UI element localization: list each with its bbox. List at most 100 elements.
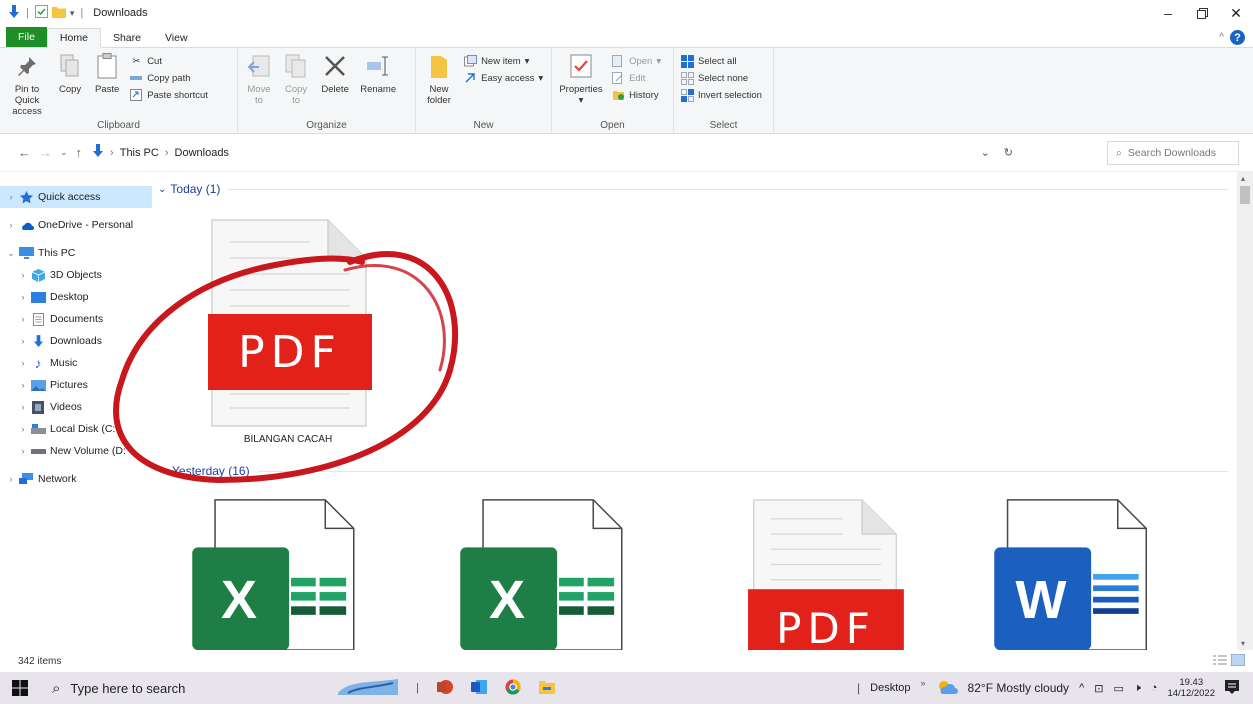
collapse-ribbon-icon[interactable]: ^ — [1219, 32, 1224, 43]
close-button[interactable]: ✕ — [1219, 0, 1253, 26]
tab-view[interactable]: View — [153, 29, 200, 47]
address-dropdown-icon[interactable]: ⌄ — [981, 146, 990, 159]
expand-chevron-icon[interactable]: › — [4, 192, 18, 202]
help-icon[interactable]: ? — [1230, 30, 1245, 45]
nav-item-onedrive[interactable]: › OneDrive - Personal — [0, 214, 152, 236]
desktop-toolbar[interactable]: Desktop — [870, 682, 910, 694]
open-button[interactable]: Open ▾ — [611, 54, 661, 68]
expand-chevron-icon[interactable]: › — [16, 402, 30, 412]
cut-button[interactable]: ✂ Cut — [129, 54, 208, 68]
drive-icon — [30, 444, 46, 458]
restore-button[interactable] — [1185, 0, 1219, 26]
meet-now-icon[interactable]: ⊡ — [1094, 682, 1103, 695]
new-item-button[interactable]: New item ▾ — [463, 54, 543, 68]
search-input[interactable]: ⌕ Search Downloads — [1107, 141, 1239, 165]
properties-button[interactable]: Properties ▾ — [558, 52, 604, 106]
back-arrow-icon[interactable]: ← — [18, 145, 31, 160]
scroll-thumb[interactable] — [1240, 186, 1250, 204]
paste-button[interactable]: Paste — [92, 52, 122, 95]
forward-arrow-icon[interactable]: → — [39, 145, 52, 160]
nav-item-videos[interactable]: › Videos — [0, 396, 152, 418]
copy-button[interactable]: Copy — [55, 52, 85, 95]
nav-item-local-disk[interactable]: › Local Disk (C: — [0, 418, 152, 440]
expand-chevron-icon[interactable]: › — [16, 270, 30, 280]
nav-item-pictures[interactable]: › Pictures — [0, 374, 152, 396]
tray-chevron-up-icon[interactable]: ^ — [1079, 682, 1084, 694]
folder-icon[interactable] — [51, 6, 66, 21]
up-arrow-icon[interactable]: ↑ — [76, 145, 83, 160]
expand-chevron-icon[interactable]: › — [16, 380, 30, 390]
minimize-button[interactable]: – — [1151, 0, 1185, 26]
weather-cloud-icon[interactable] — [936, 680, 958, 697]
easy-access-button[interactable]: Easy access ▾ — [463, 71, 543, 85]
file-explorer-icon[interactable] — [538, 680, 555, 697]
toolbar-overflow-icon[interactable]: » — [921, 678, 926, 688]
news-widget-icon[interactable] — [338, 678, 398, 698]
expand-chevron-icon[interactable]: › — [4, 474, 18, 484]
word-taskbar-icon[interactable] — [470, 679, 487, 698]
copy-to-button[interactable]: Copy to — [281, 52, 311, 106]
tab-home[interactable]: Home — [46, 28, 101, 48]
battery-icon[interactable]: ▭ — [1113, 682, 1123, 695]
taskbar-search-input[interactable]: ⌕ Type here to search — [52, 680, 282, 697]
tab-file[interactable]: File — [6, 27, 47, 47]
breadcrumb-this-pc[interactable]: This PC — [120, 147, 159, 159]
select-none-button[interactable]: Select none — [680, 71, 762, 85]
nav-item-documents[interactable]: › Documents — [0, 308, 152, 330]
scroll-up-icon[interactable]: ▴ — [1241, 174, 1245, 183]
refresh-icon[interactable]: ↻ — [1004, 146, 1013, 159]
chrome-icon[interactable] — [505, 678, 521, 698]
collapse-chevron-icon[interactable]: ⌄ — [4, 248, 18, 259]
history-button[interactable]: History — [611, 88, 661, 102]
recent-dropdown-icon[interactable]: ⌄ — [60, 147, 68, 158]
move-to-button[interactable]: Move to — [244, 52, 274, 106]
copy-path-button[interactable]: Copy path — [129, 71, 208, 85]
nav-item-this-pc[interactable]: ⌄ This PC — [0, 242, 152, 264]
expand-chevron-icon[interactable]: › — [4, 220, 18, 230]
delete-button[interactable]: Delete — [318, 52, 352, 95]
scroll-down-icon[interactable]: ▾ — [1241, 639, 1245, 648]
start-button[interactable] — [0, 680, 40, 696]
paste-shortcut-button[interactable]: Paste shortcut — [129, 88, 208, 102]
file-item-excel-2[interactable]: X — [456, 498, 626, 650]
nav-item-music[interactable]: › ♪ Music — [0, 352, 152, 374]
volume-icon[interactable]: 🕨 — [1134, 682, 1141, 695]
nav-item-quick-access[interactable]: › Quick access — [0, 186, 152, 208]
vertical-scrollbar[interactable]: ▴ ▾ — [1237, 172, 1253, 650]
tab-share[interactable]: Share — [101, 29, 153, 47]
expand-chevron-icon[interactable]: › — [16, 424, 30, 434]
edit-button[interactable]: Edit — [611, 71, 661, 85]
qat-dropdown-icon[interactable]: ▾ — [70, 8, 75, 19]
properties-check-icon[interactable] — [34, 5, 48, 21]
nav-item-new-volume[interactable]: › New Volume (D: — [0, 440, 152, 462]
file-item-excel-1[interactable]: X — [188, 498, 358, 650]
weather-status[interactable]: 82°F Mostly cloudy — [968, 681, 1070, 695]
details-view-icon[interactable] — [1213, 654, 1227, 669]
group-header-today[interactable]: ⌄ Today (1) — [158, 182, 1228, 196]
group-header-yesterday[interactable]: Yesterday (16) — [172, 464, 1228, 478]
pin-quick-access-button[interactable]: Pin to Quick access — [6, 52, 48, 117]
nav-item-3d-objects[interactable]: › 3D Objects — [0, 264, 152, 286]
expand-chevron-icon[interactable]: › — [16, 446, 30, 456]
nav-item-downloads[interactable]: › Downloads — [0, 330, 152, 352]
breadcrumb[interactable]: › This PC › Downloads — [92, 144, 229, 161]
large-icons-view-icon[interactable] — [1230, 653, 1246, 669]
file-item-word[interactable]: W — [990, 498, 1160, 650]
expand-chevron-icon[interactable]: › — [16, 292, 30, 302]
expand-chevron-icon[interactable]: › — [16, 358, 30, 368]
select-all-button[interactable]: Select all — [680, 54, 762, 68]
rename-button[interactable]: Rename — [359, 52, 397, 95]
invert-selection-button[interactable]: Invert selection — [680, 88, 762, 102]
nav-item-desktop[interactable]: › Desktop — [0, 286, 152, 308]
file-item-pdf-2[interactable]: PDF — [740, 498, 910, 650]
nav-item-network[interactable]: › Network — [0, 468, 152, 490]
expand-chevron-icon[interactable]: › — [16, 336, 30, 346]
clock[interactable]: 19.43 14/12/2022 — [1167, 677, 1215, 699]
wifi-icon[interactable]: ◔ — [1151, 682, 1158, 694]
expand-chevron-icon[interactable]: › — [16, 314, 30, 324]
powerpoint-icon[interactable] — [436, 679, 453, 698]
breadcrumb-downloads[interactable]: Downloads — [175, 147, 229, 159]
new-folder-button[interactable]: New folder — [422, 52, 456, 106]
notification-icon[interactable] — [1225, 679, 1239, 697]
file-item-bilangan-cacah[interactable]: PDF BILANGAN CACAH — [200, 218, 376, 445]
